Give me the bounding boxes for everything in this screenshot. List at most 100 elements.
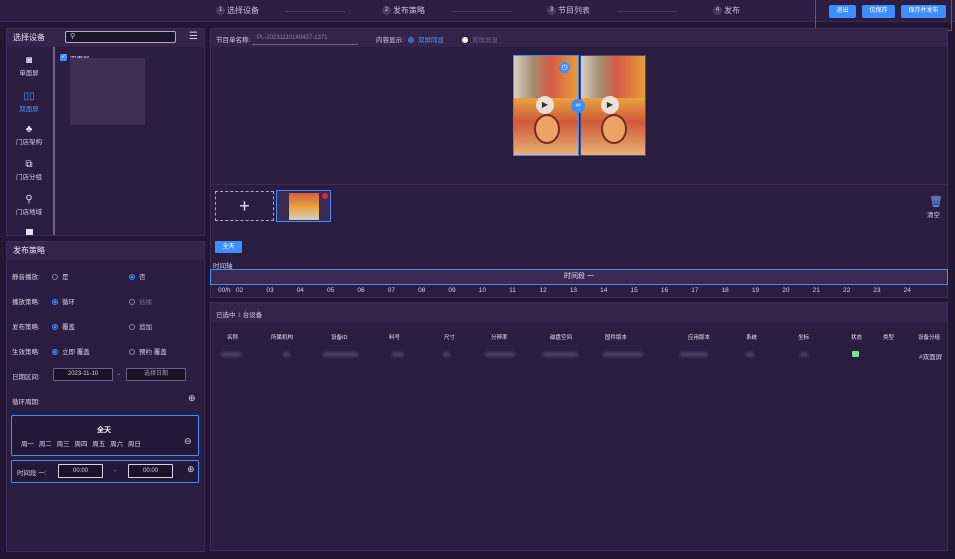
timeline-segment[interactable]: 时间段 一 [210,269,948,285]
nav-store-group[interactable]: ⧉ 门店分组 [5,159,53,181]
publish-strategy-label: 发布策略: [12,324,40,331]
play-strategy-label: 播放策略: [12,299,40,306]
display-diff-radio[interactable]: 双屏异显 [462,34,498,44]
column-header[interactable]: 设备分组 [918,333,940,341]
timeline-tick: 08 [418,287,426,294]
column-header[interactable]: 尺寸 [444,333,455,341]
effect-now-radio[interactable]: 立即 覆盖 [52,346,90,356]
remove-cycle-icon[interactable]: ⊖ [184,436,192,447]
add-period-icon[interactable]: ⊕ [187,464,195,475]
column-header[interactable]: 分辨率 [491,333,508,341]
device-checkbox[interactable]: ✓ [60,54,67,61]
device-group-cell: #双面屏 [919,354,943,361]
nav-divider [53,47,55,235]
period-end-input[interactable]: 00:00 [128,464,173,478]
nav-store-region[interactable]: ⚲ 门店地域 [5,194,53,216]
timeline-tick: 05 [327,287,335,294]
timeline-tick: 12 [539,287,547,294]
dual-screen-icon: ▯▯ [23,91,35,102]
play-icon[interactable]: ▶ [536,96,554,114]
timeline-tick: 23 [873,287,881,294]
program-name-label: 节目单名称: [216,37,251,44]
cell-redacted [392,352,404,357]
nav-dual-screen[interactable]: ▯▯ 双面屏 [5,91,53,113]
cycle-weekdays: 周一 周二 周三 周四 周五 周六 周日 [21,441,141,448]
timeline-tick: 20 [782,287,790,294]
play-insert-radio[interactable]: 插播 [129,296,152,306]
device-table-panel [210,302,948,551]
nav-org-tree[interactable]: ♣ 门店架构 [5,124,53,146]
date-range-label: 日期区间: [12,374,40,381]
silent-no-radio[interactable]: 否 [129,271,146,281]
date-start-input[interactable]: 2023-11-10 [53,368,113,381]
column-header[interactable]: 设备ID [331,333,348,341]
column-header[interactable]: 料号 [389,333,400,341]
column-header[interactable]: 磁盘空间 [550,333,572,341]
column-header[interactable]: 所属机构 [271,333,293,341]
effect-strategy-label: 生效策略: [12,349,40,356]
program-panel [210,28,948,298]
org-tree-icon: ♣ [25,124,33,135]
add-content-button[interactable]: + [215,191,274,221]
single-screen-icon: ◙ [25,55,33,66]
timeline-tick: 14 [600,287,608,294]
cell-redacted [443,352,450,357]
timeline-tick: 21 [812,287,820,294]
location-icon: ⚲ [25,194,33,205]
cell-redacted [543,352,578,357]
play-loop-radio[interactable]: 循环 [52,296,75,306]
step-divider [285,11,345,12]
nav-single-screen[interactable]: ◙ 单面屏 [5,55,53,77]
timeline-tick: 24 [903,287,911,294]
all-day-button[interactable]: 全天 [215,241,242,253]
column-header[interactable]: 坐标 [798,333,809,341]
column-header[interactable]: 系统 [746,333,757,341]
table-row[interactable] [211,346,947,364]
cell-redacted [283,352,290,357]
timeline-tick: 02 [236,287,244,294]
date-end-input[interactable]: 选择日期 [126,368,186,381]
period-separator: - [114,467,117,474]
highlight-box [815,0,952,31]
publish-cover-radio[interactable]: 覆盖 [52,321,75,331]
step-publish-strategy: 2 发布策略 [382,5,425,16]
timeline-tick: 17 [691,287,699,294]
device-search-input[interactable]: ⚲ [65,31,176,43]
remove-thumbnail-icon[interactable] [322,193,328,199]
publish-add-radio[interactable]: 追加 [129,321,152,331]
column-header[interactable]: 应用版本 [688,333,710,341]
column-header[interactable]: 状态 [851,333,862,341]
step-publish: 4 发布 [713,5,740,16]
period-start-input[interactable]: 00:00 [58,464,103,478]
column-header[interactable]: 名称 [227,333,238,341]
effect-schedule-radio[interactable]: 预约 覆盖 [129,346,167,356]
timeline-tick: 15 [630,287,638,294]
timeline-tick: 22 [842,287,851,294]
timeline-tick: 13 [569,287,578,294]
filter-settings-icon[interactable]: ☰ [189,31,198,42]
trash-icon[interactable]: 🗑 [929,195,943,208]
add-cycle-icon[interactable]: ⊕ [188,393,196,404]
column-header[interactable]: 固件版本 [605,333,627,341]
display-dual-radio[interactable]: 双屏同显 [408,34,444,44]
timeline-tick: 16 [660,287,669,294]
selected-count-text: 已选中 1 台设备 [216,312,263,319]
cell-redacted [603,352,643,357]
silent-yes-radio[interactable]: 是 [52,271,69,281]
program-name-input[interactable]: PL-20231110140437-1371 [252,31,358,45]
timeline-tick: 19 [751,287,760,294]
cycle-card[interactable] [11,415,199,456]
timeline-tick: 07 [387,287,395,294]
clear-label[interactable]: 清空 [927,209,940,219]
clock-icon[interactable]: ◷ [559,62,570,73]
table-header-bar [211,303,947,322]
step-divider [452,11,512,12]
link-icon[interactable]: ∞ [571,99,585,113]
more-nav-icon [26,229,33,235]
cell-redacted [221,352,241,357]
cell-redacted [485,352,515,357]
play-icon[interactable]: ▶ [601,96,619,114]
timeline-tick: 11 [509,287,516,294]
column-header[interactable]: 类型 [883,333,894,341]
timeline-tick: 18 [721,287,729,294]
